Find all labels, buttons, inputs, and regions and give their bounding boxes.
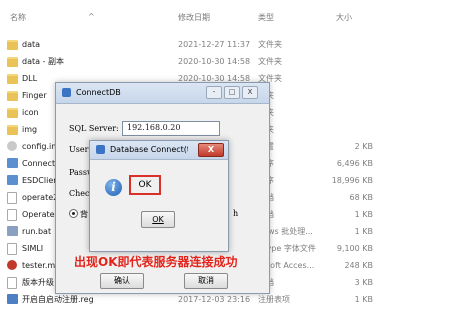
- file-row[interactable]: data - 副本 2020-10-30 14:58 文件夹: [0, 53, 457, 70]
- document-icon: [7, 243, 17, 255]
- folder-icon: [7, 91, 18, 101]
- file-name: data: [22, 40, 41, 49]
- file-name: Operate: [22, 210, 55, 219]
- file-size: 1 KB: [354, 227, 373, 236]
- folder-icon: [7, 57, 18, 67]
- file-name: data - 副本: [22, 57, 64, 66]
- file-name: ESDClien: [22, 176, 59, 185]
- cancel-button[interactable]: 取消: [184, 273, 228, 289]
- folder-icon: [7, 108, 18, 118]
- folder-icon: [7, 125, 18, 135]
- app-icon: [7, 158, 18, 168]
- file-size: 248 KB: [344, 261, 373, 270]
- app-icon: [7, 175, 18, 185]
- file-name: tester.m: [22, 261, 56, 270]
- column-header: ^ 名称 修改日期 类型 大小: [0, 0, 457, 28]
- file-size: 6,496 KB: [336, 159, 373, 168]
- file-row[interactable]: data 2021-12-27 11:37 文件夹: [0, 36, 457, 53]
- file-name: Finger: [22, 91, 47, 100]
- file-name: img: [22, 125, 38, 134]
- file-name: run.bat: [22, 227, 52, 236]
- minimize-button[interactable]: -: [206, 86, 222, 99]
- file-name: config.in: [22, 142, 57, 151]
- app-icon: [96, 145, 105, 154]
- option-label-right: h: [233, 209, 239, 218]
- column-type[interactable]: 类型: [258, 12, 274, 23]
- document-icon: [7, 209, 17, 221]
- file-size: 18,996 KB: [331, 176, 373, 185]
- column-name[interactable]: 名称: [10, 12, 26, 23]
- maximize-button[interactable]: □: [224, 86, 240, 99]
- batch-file-icon: [7, 226, 18, 236]
- file-name: 版本升级: [22, 278, 54, 287]
- column-date[interactable]: 修改日期: [178, 12, 210, 23]
- user-label: User:: [69, 145, 92, 154]
- folder-icon: [7, 74, 18, 84]
- document-icon: [7, 277, 17, 289]
- info-icon: i: [105, 179, 122, 196]
- file-name: operate2: [22, 193, 59, 202]
- document-icon: [7, 192, 17, 204]
- registry-icon: [7, 294, 18, 304]
- dialog-message: OK: [129, 175, 161, 195]
- file-date: 2021-12-27 11:37: [178, 40, 251, 49]
- database-connect-dialog: Database Connect(t... X i OK OK: [89, 140, 229, 252]
- dialog-close-button[interactable]: X: [198, 143, 224, 157]
- radio-label: 背: [80, 210, 88, 219]
- ok-button[interactable]: OK: [141, 211, 175, 228]
- file-name: SIMLI: [22, 244, 44, 253]
- file-size: 2 KB: [354, 142, 373, 151]
- gear-icon: [7, 141, 17, 151]
- connectdb-title: ConnectDB: [76, 88, 121, 97]
- dialog-titlebar[interactable]: Database Connect(t... X: [90, 141, 228, 160]
- file-name: DLL: [22, 74, 38, 83]
- file-type: 文件夹: [258, 40, 282, 49]
- connectdb-titlebar[interactable]: ConnectDB - □ X: [56, 83, 269, 104]
- file-date: 2020-10-30 14:58: [178, 57, 251, 66]
- sort-indicator: ^: [88, 12, 95, 21]
- radio-button[interactable]: [69, 209, 78, 218]
- annotation-caption: 出现OK即代表服务器连接成功: [74, 255, 238, 269]
- sql-server-label: SQL Server:: [69, 124, 119, 133]
- folder-icon: [7, 40, 18, 50]
- column-size[interactable]: 大小: [336, 12, 352, 23]
- dialog-title: Database Connect(t...: [110, 145, 188, 154]
- database-icon: [7, 260, 17, 270]
- file-size: 1 KB: [354, 295, 373, 304]
- file-size: 1 KB: [354, 210, 373, 219]
- app-icon: [62, 88, 71, 97]
- file-type: 文件夹: [258, 57, 282, 66]
- file-size: 3 KB: [354, 278, 373, 287]
- file-size: 68 KB: [349, 193, 373, 202]
- sql-server-input[interactable]: 192.168.0.20: [122, 121, 220, 136]
- file-name: icon: [22, 108, 39, 117]
- file-size: 9,100 KB: [336, 244, 373, 253]
- close-button[interactable]: X: [242, 86, 258, 99]
- confirm-button[interactable]: 确认: [100, 273, 144, 289]
